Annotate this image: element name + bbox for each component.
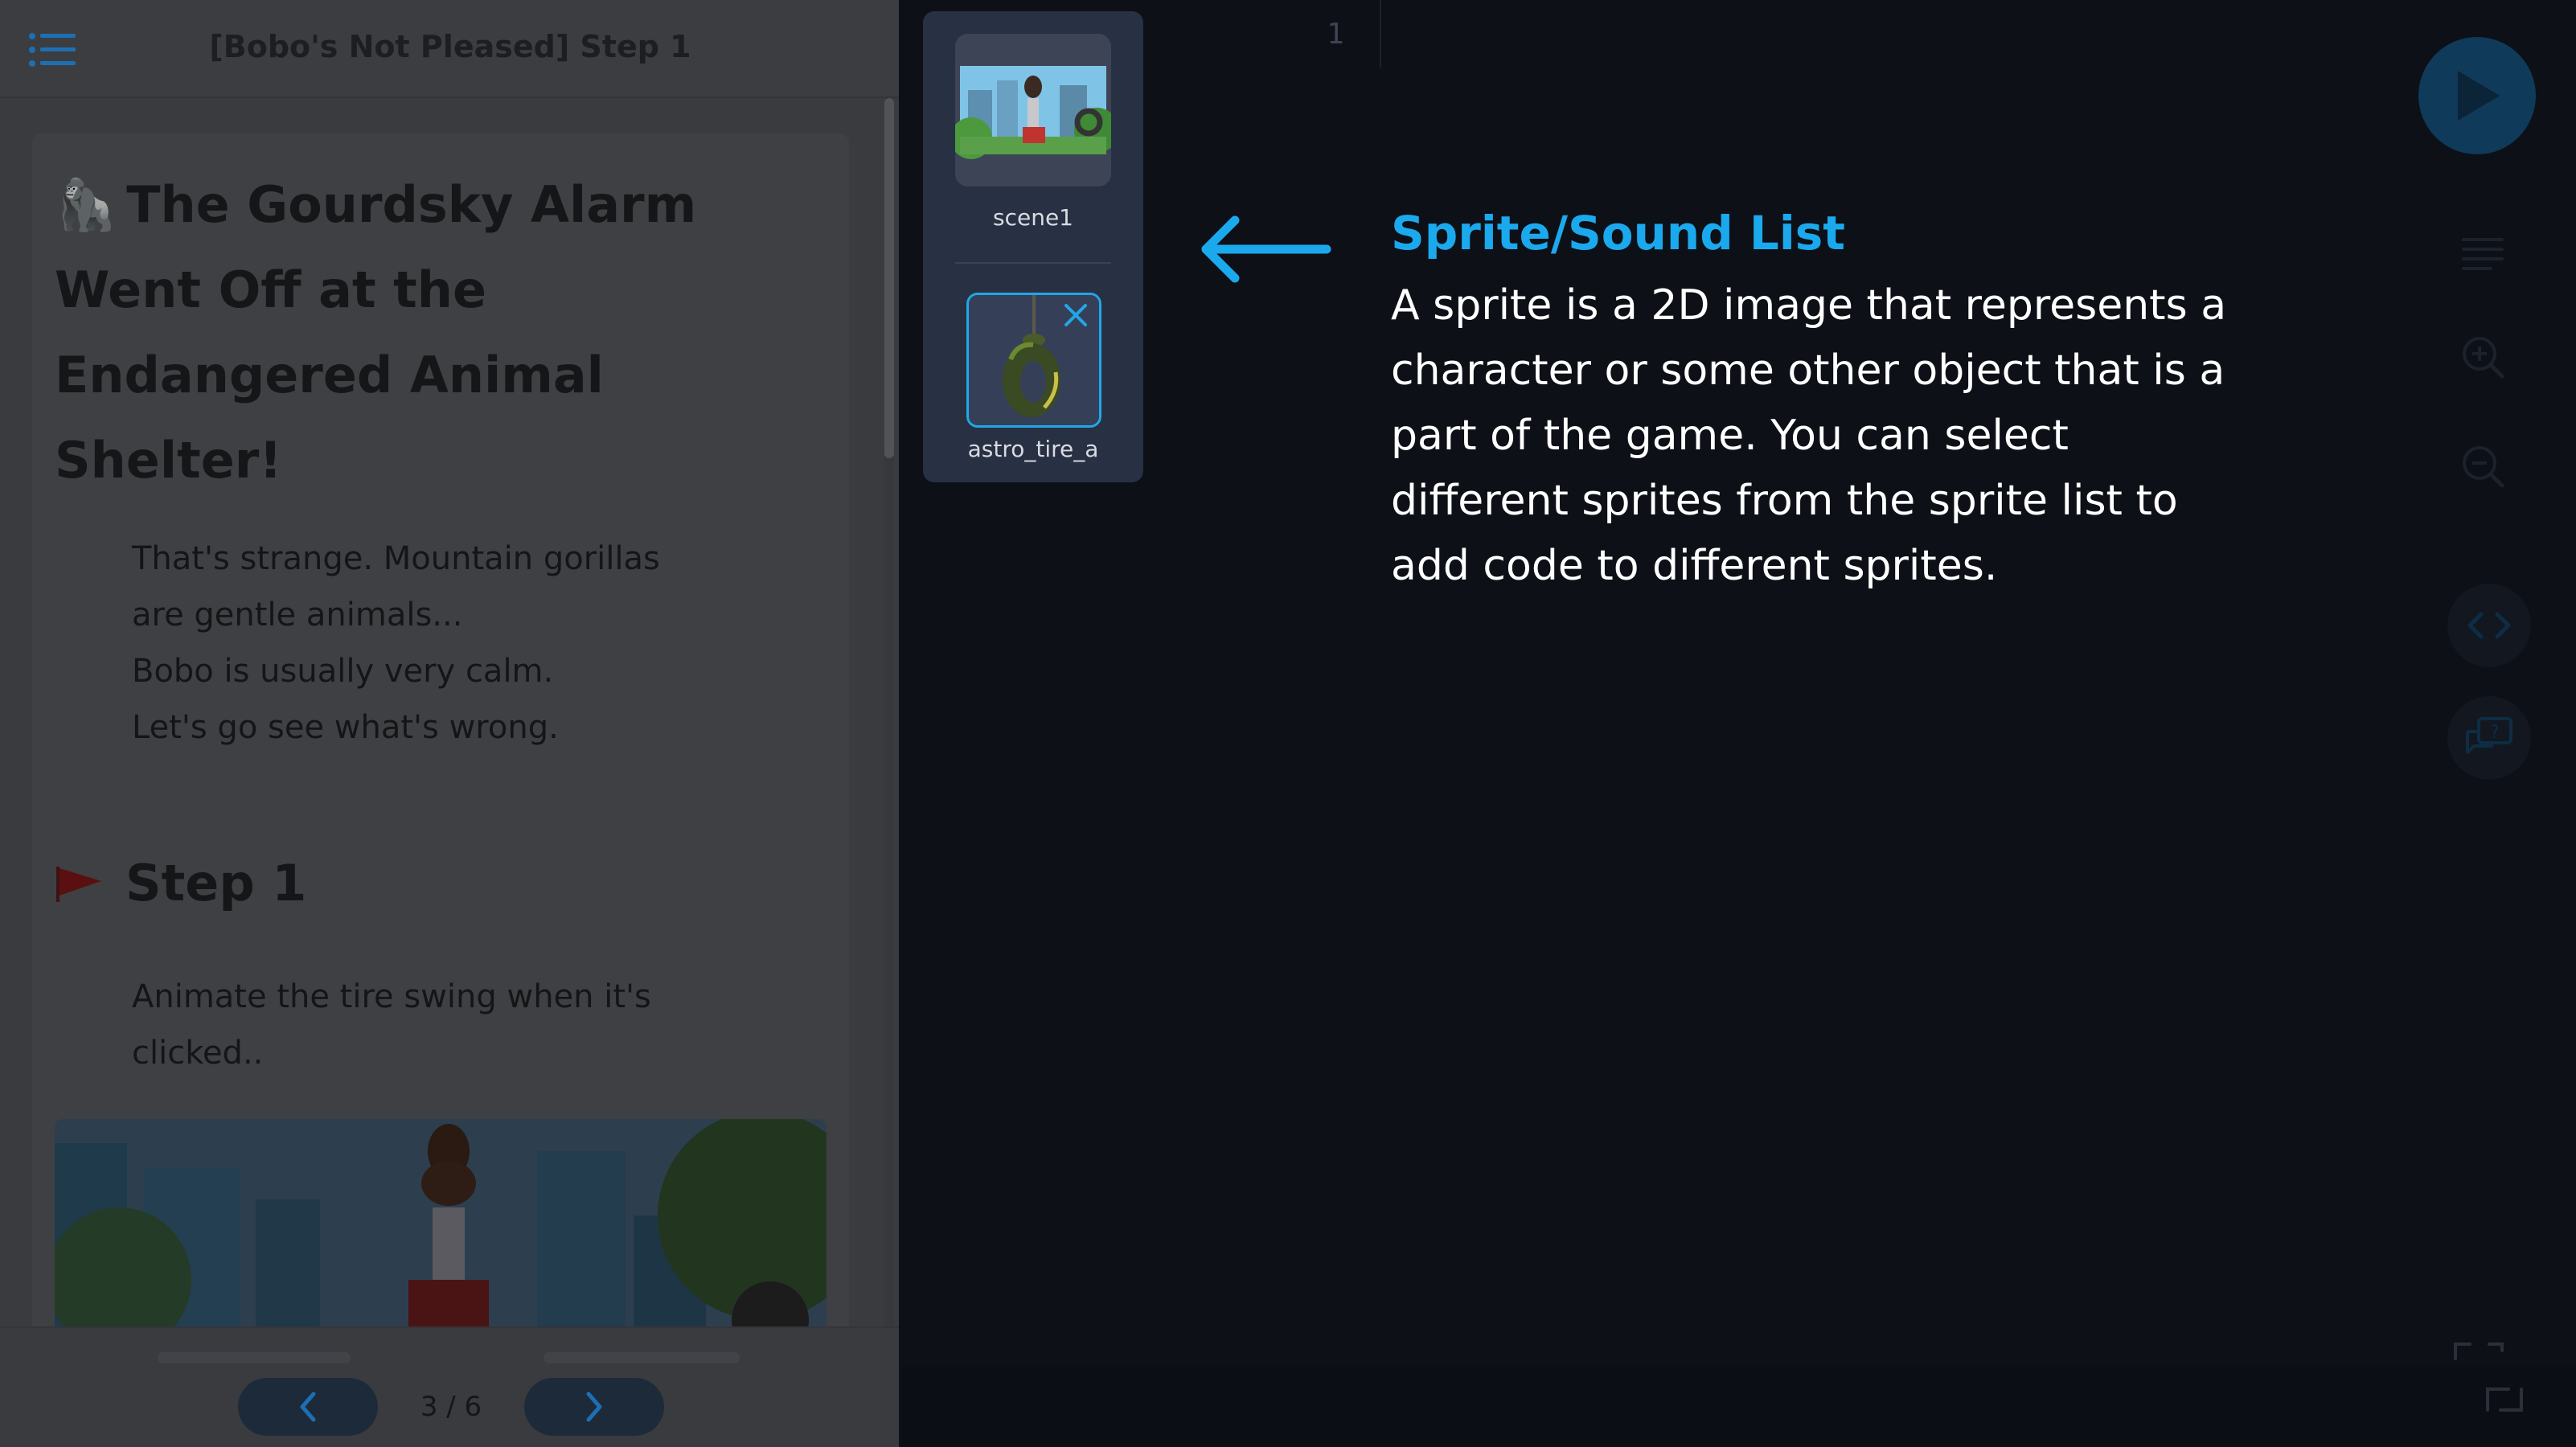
callout-line: part of the game. You can select [1391, 412, 2069, 460]
intro-line: are gentle animals... [132, 596, 463, 633]
editor-footer [902, 1367, 2576, 1447]
step-line: Animate the tire swing when it's [132, 978, 651, 1015]
previous-page-button[interactable] [238, 1378, 378, 1436]
lesson-heading: 🦍 The Gourdsky Alarm Went Off at the Enda… [55, 162, 778, 503]
zoom-out-icon[interactable] [2459, 442, 2507, 490]
play-icon [2458, 71, 2500, 121]
lesson-scrollbar-thumb[interactable] [884, 98, 894, 458]
intro-line: Bobo is usually very calm. [132, 653, 554, 690]
help-chat-icon: ? [2466, 717, 2512, 754]
chevron-right-icon [586, 1392, 602, 1422]
fullscreen-icon[interactable] [2452, 1341, 2525, 1413]
red-flag-icon [56, 866, 101, 902]
lesson-content: 🦍 The Gourdsky Alarm Went Off at the Enda… [0, 98, 899, 1326]
step-line: clicked.. [132, 1035, 264, 1072]
gorilla-scene-image [55, 1119, 827, 1326]
lesson-panel: [Bobo's Not Pleased] Step 1 🦍 The Gourdsk… [0, 0, 899, 1447]
city-scene-thumbnail [955, 34, 1111, 187]
sprite-divider [955, 262, 1111, 264]
callout-title: Sprite/Sound List [1391, 206, 1846, 260]
chevron-left-icon [300, 1392, 316, 1422]
heading-line: Went Off at the [55, 260, 486, 319]
next-page-button[interactable] [524, 1378, 664, 1436]
gutter-divider [1380, 0, 1381, 68]
lesson-title: [Bobo's Not Pleased] Step 1 [209, 29, 691, 64]
gorilla-icon: 🦍 [55, 175, 117, 234]
step-heading: Step 1 [55, 854, 306, 912]
code-brackets-icon [2467, 612, 2511, 639]
callout-line: character or some other object that is a [1391, 346, 2225, 395]
intro-line: That's strange. Mountain gorillas [132, 540, 660, 577]
format-lines-icon[interactable] [2459, 228, 2507, 277]
left-arrow-icon [1201, 215, 1331, 283]
help-chat-button[interactable]: ? [2447, 696, 2531, 780]
callout-line: add code to different sprites. [1391, 542, 1998, 590]
intro-text: That's strange. Mountain gorillas are ge… [132, 531, 791, 756]
heading-line: The Gourdsky Alarm [126, 175, 697, 234]
sprite-name: astro_tire_a [967, 436, 1099, 462]
page-indicator: 3 / 6 [420, 1391, 482, 1423]
callout-line: different sprites from the sprite list t… [1391, 477, 2178, 525]
lesson-header: [Bobo's Not Pleased] Step 1 [0, 0, 899, 98]
callout-line: A sprite is a 2D image that represents a [1391, 281, 2227, 330]
lesson-pager: 3 / 6 [0, 1326, 899, 1447]
remove-sprite-close-icon[interactable] [1061, 301, 1090, 330]
step-heading-text: Step 1 [125, 854, 307, 912]
heading-line: Shelter! [55, 431, 282, 490]
intro-line: Let's go see what's wrong. [132, 709, 559, 746]
sprite-name: scene1 [993, 204, 1073, 231]
code-view-button[interactable] [2447, 584, 2531, 667]
svg-text:?: ? [2490, 723, 2500, 743]
sprite-list-panel: scene1 astro_tire_a [923, 11, 1143, 482]
heading-line: Endangered Animal [55, 346, 604, 404]
step-text: Animate the tire swing when it's clicked… [132, 969, 791, 1081]
pager-shadow [158, 1352, 351, 1363]
line-number: 1 [1327, 18, 1344, 51]
run-button[interactable] [2418, 37, 2536, 154]
zoom-in-icon[interactable] [2459, 333, 2507, 381]
sprite-item-scene1[interactable] [955, 34, 1111, 187]
pager-shadow [544, 1352, 740, 1363]
list-menu-icon[interactable] [29, 32, 77, 68]
lesson-illustration [55, 1119, 827, 1326]
callout-description: A sprite is a 2D image that represents a… [1391, 273, 2340, 599]
